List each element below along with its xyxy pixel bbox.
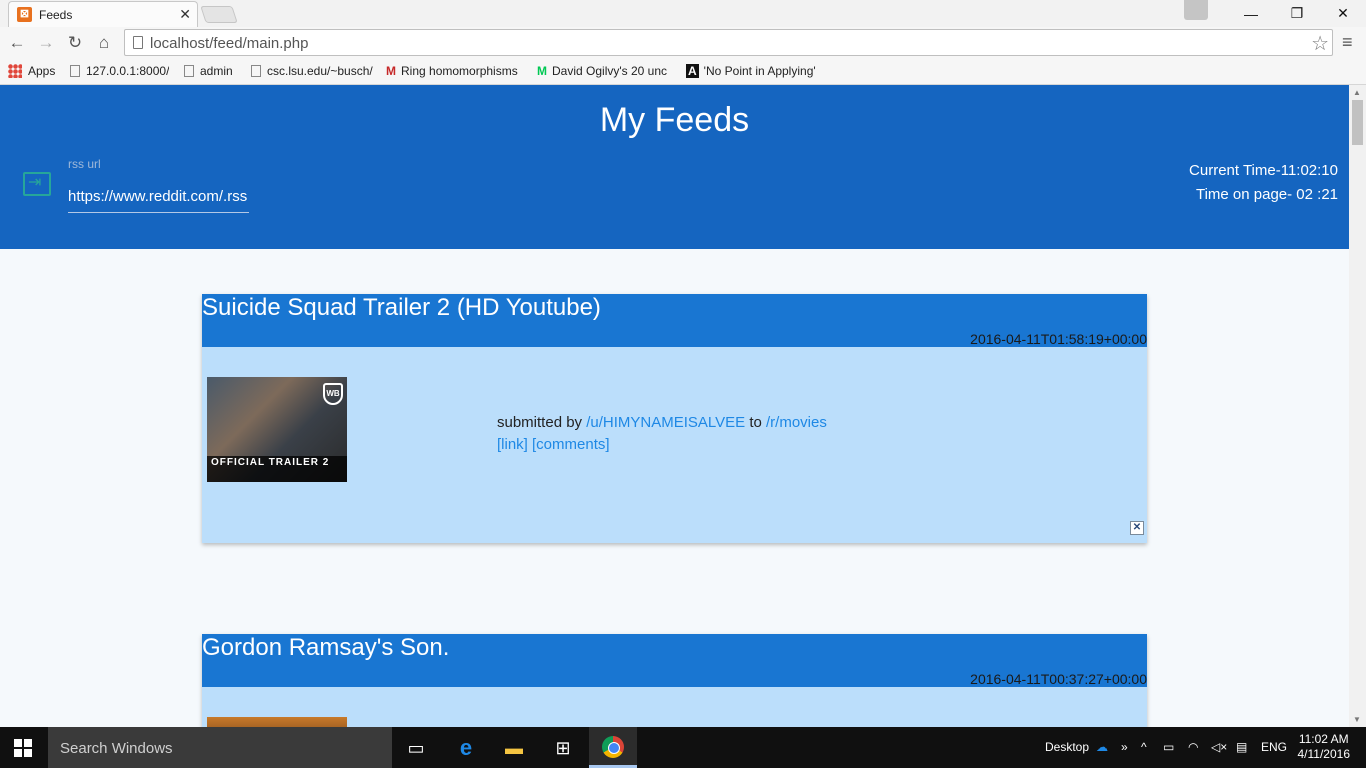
bookmark-label: 127.0.0.1:8000/ xyxy=(86,64,170,78)
clock-time: 11:02 AM xyxy=(1298,732,1349,746)
address-url[interactable]: localhost/feed/main.php xyxy=(150,35,308,52)
show-hidden-icons-icon[interactable]: ^ xyxy=(1141,740,1147,754)
close-tab-icon[interactable]: ✕ xyxy=(179,6,191,23)
scroll-up-icon[interactable]: ▲ xyxy=(1353,88,1361,97)
page-title: My Feeds xyxy=(599,101,750,139)
language-indicator[interactable]: ENG xyxy=(1261,740,1287,754)
scroll-down-icon[interactable]: ▼ xyxy=(1353,715,1361,724)
feed-date: 2016-04-11T00:37:27+00:00 xyxy=(970,671,1147,687)
bookmark-admin[interactable]: admin xyxy=(184,64,233,78)
feed-thumbnail[interactable]: WB OFFICIAL TRAILER 2 xyxy=(207,377,347,482)
subreddit-link[interactable]: /r/movies xyxy=(766,414,827,431)
atlantic-icon: A xyxy=(686,64,699,78)
close-window-button[interactable]: ✕ xyxy=(1320,0,1366,27)
notification-icon[interactable]: ▤ xyxy=(1236,740,1247,754)
windows-taskbar: Search Windows ▭ e ▬ ⊞ Desktop ☁ » ^ ▭ ◠… xyxy=(0,727,1366,768)
reload-icon[interactable]: ↻ xyxy=(64,32,86,54)
new-tab-button[interactable] xyxy=(200,6,238,23)
to-text: to xyxy=(749,414,762,431)
volume-muted-icon[interactable]: ◁× xyxy=(1211,740,1227,754)
onedrive-icon[interactable]: ☁ xyxy=(1096,740,1108,754)
clock[interactable]: 11:02 AM 4/11/2016 xyxy=(1298,732,1351,762)
feed-date: 2016-04-11T01:58:19+00:00 xyxy=(970,331,1147,347)
browser-toolbar: ← → ↻ ⌂ localhost/feed/main.php ☆ ≡ xyxy=(0,27,1366,58)
feed-title[interactable]: Suicide Squad Trailer 2 (HD Youtube) xyxy=(202,294,601,322)
tab-feeds[interactable]: ⊠ Feeds ✕ xyxy=(8,1,198,27)
bookmark-label: David Ogilvy's 20 unc xyxy=(552,64,668,78)
submitted-by-text: submitted by xyxy=(497,414,583,431)
window-controls: — ❐ ✕ xyxy=(1184,0,1366,27)
medium-icon: M xyxy=(537,64,547,78)
feed-card-header: Suicide Squad Trailer 2 (HD Youtube) 201… xyxy=(202,294,1147,347)
link-link[interactable]: [link] xyxy=(497,436,528,453)
menu-icon[interactable]: ≡ xyxy=(1342,33,1358,51)
home-icon[interactable]: ⌂ xyxy=(93,32,115,54)
task-view-icon[interactable]: ▭ xyxy=(404,736,428,760)
page-icon xyxy=(70,65,80,77)
bookmark-label: 'No Point in Applying' xyxy=(703,64,816,78)
user-link[interactable]: /u/HIMYNAMEISALVEE xyxy=(586,414,745,431)
page-icon xyxy=(184,65,194,77)
tab-strip: ⊠ Feeds ✕ — ❐ ✕ xyxy=(0,0,1366,27)
feed-card: Suicide Squad Trailer 2 (HD Youtube) 201… xyxy=(202,294,1147,543)
address-bar[interactable]: localhost/feed/main.php ☆ xyxy=(124,29,1333,56)
bookmark-label: Ring homomorphisms xyxy=(401,64,518,78)
page-content: My Feeds rss url Current Time-11:02:10 T… xyxy=(0,85,1349,727)
close-feed-icon[interactable]: ✕ xyxy=(1130,521,1144,535)
wifi-icon[interactable]: ◠ xyxy=(1188,740,1198,754)
bookmark-no-point[interactable]: A 'No Point in Applying' xyxy=(686,64,822,78)
profile-icon[interactable] xyxy=(1184,0,1208,20)
back-arrow-icon[interactable]: ← xyxy=(6,32,28,54)
battery-icon[interactable]: ▭ xyxy=(1163,740,1174,754)
mt-icon: M xyxy=(386,64,396,78)
bookmark-label: admin xyxy=(200,64,233,78)
current-time: Current Time-11:02:10 xyxy=(1189,162,1338,179)
feed-title[interactable]: Gordon Ramsay's Son. xyxy=(202,634,449,662)
bookmark-apps[interactable]: Apps xyxy=(8,64,55,78)
bookmark-csc[interactable]: csc.lsu.edu/~busch/ xyxy=(251,64,373,78)
minimize-button[interactable]: — xyxy=(1228,0,1274,27)
bookmark-ring[interactable]: M Ring homomorphisms xyxy=(386,64,526,78)
tab-title: Feeds xyxy=(39,8,73,22)
bookmark-localhost[interactable]: 127.0.0.1:8000/ xyxy=(70,64,169,78)
scrollbar-thumb[interactable] xyxy=(1352,100,1363,145)
apps-grid-icon xyxy=(8,64,22,78)
rss-url-input[interactable] xyxy=(68,181,249,213)
bookmark-label: Apps xyxy=(28,64,56,78)
forward-arrow-icon[interactable]: → xyxy=(35,32,57,54)
search-box[interactable]: Search Windows xyxy=(48,727,392,768)
rss-url-label: rss url xyxy=(68,157,101,171)
time-display: Current Time-11:02:10 Time on page- 02 :… xyxy=(1189,159,1338,207)
comments-link[interactable]: [comments] xyxy=(532,436,610,453)
bookmark-label: csc.lsu.edu/~busch/ xyxy=(267,64,373,78)
page-scrollbar[interactable]: ▲ ▼ xyxy=(1349,85,1366,727)
search-placeholder: Search Windows xyxy=(60,740,173,757)
clock-date: 4/11/2016 xyxy=(1297,747,1351,761)
feed-thumbnail[interactable] xyxy=(207,717,347,727)
store-icon[interactable]: ⊞ xyxy=(551,736,575,760)
feed-card: Gordon Ramsay's Son. 2016-04-11T00:37:27… xyxy=(202,634,1147,727)
edge-icon[interactable]: e xyxy=(454,736,478,760)
file-explorer-icon[interactable]: ▬ xyxy=(502,736,526,760)
chrome-icon[interactable] xyxy=(602,736,624,758)
restore-button[interactable]: ❐ xyxy=(1274,0,1320,27)
overflow-icon[interactable]: » xyxy=(1121,740,1128,754)
page-header: My Feeds rss url Current Time-11:02:10 T… xyxy=(0,85,1349,249)
xampp-icon: ⊠ xyxy=(17,7,32,22)
wb-logo-icon: WB xyxy=(323,383,343,405)
input-icon xyxy=(23,172,51,196)
feed-meta: submitted by /u/HIMYNAMEISALVEE to /r/mo… xyxy=(497,412,827,456)
thumbnail-label: OFFICIAL TRAILER 2 xyxy=(211,457,330,468)
windows-start-icon[interactable] xyxy=(14,739,32,757)
feed-card-header: Gordon Ramsay's Son. 2016-04-11T00:37:27… xyxy=(202,634,1147,687)
bookmark-star-icon[interactable]: ☆ xyxy=(1311,31,1329,56)
page-icon xyxy=(251,65,261,77)
bookmarks-bar: Apps 127.0.0.1:8000/ admin csc.lsu.edu/~… xyxy=(0,58,1366,85)
desktop-toolbar[interactable]: Desktop xyxy=(1045,740,1089,754)
time-on-page: Time on page- 02 :21 xyxy=(1195,186,1338,203)
page-icon xyxy=(133,36,143,49)
bookmark-ogilvy[interactable]: M David Ogilvy's 20 unc xyxy=(537,64,673,78)
